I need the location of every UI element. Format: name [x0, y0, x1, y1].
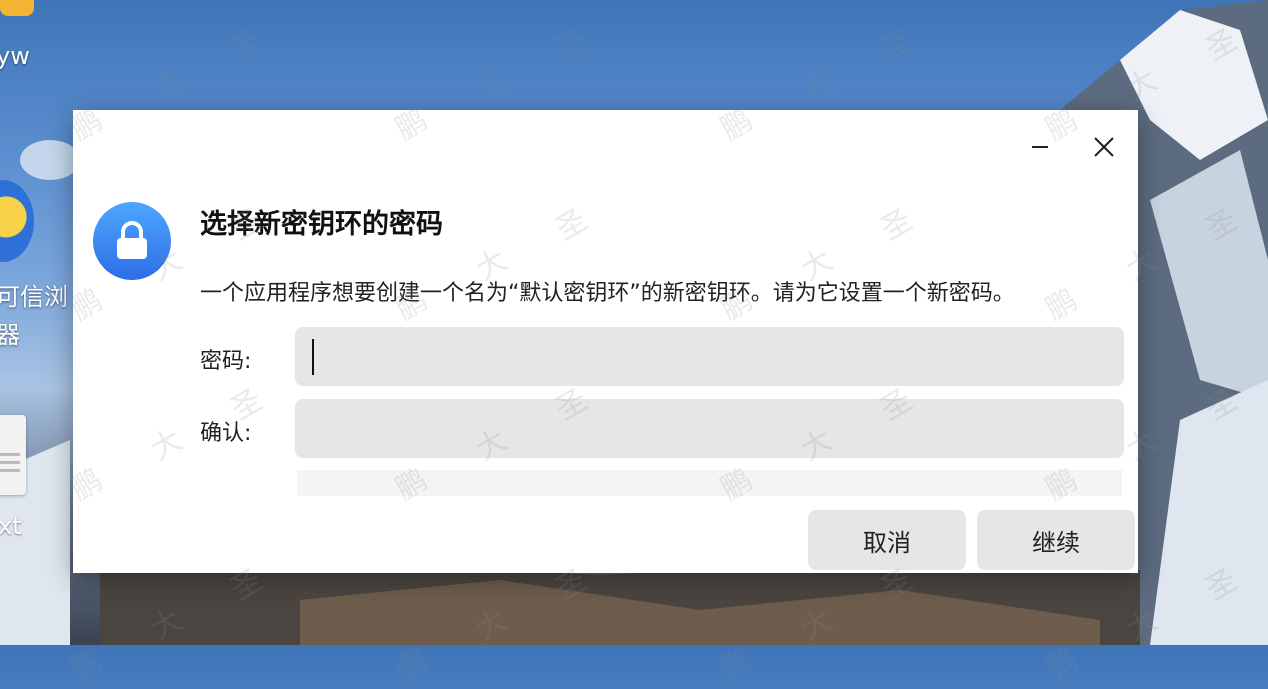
close-icon: [1094, 137, 1114, 157]
desktop-icon-label: yw: [0, 42, 30, 70]
watermark-char: 圣: [550, 22, 594, 68]
watermark-char: 鹏: [1040, 642, 1084, 688]
dialog-title: 选择新密钥环的密码: [200, 209, 443, 240]
watermark-char: 大: [470, 602, 514, 648]
watermark-char: 鹏: [390, 642, 434, 688]
watermark-char: 圣: [1200, 382, 1244, 428]
watermark-char: 大: [1120, 62, 1164, 108]
dialog-description: 一个应用程序想要创建一个名为“默认密钥环”的新密钥环。请为它设置一个新密码。: [200, 281, 1015, 306]
watermark-char: 大: [145, 62, 189, 108]
keyring-password-dialog: 选择新密钥环的密码 一个应用程序想要创建一个名为“默认密钥环”的新密钥环。请为它…: [73, 110, 1138, 573]
watermark-char: 大: [470, 62, 514, 108]
folder-icon: [0, 0, 34, 16]
close-button[interactable]: [1089, 132, 1119, 162]
watermark-char: 鹏: [65, 642, 109, 688]
minimize-button[interactable]: [1025, 132, 1055, 162]
password-strength-bar: [297, 470, 1122, 496]
desktop-icon-label: xt: [0, 512, 22, 540]
lock-icon: [93, 202, 171, 280]
minimize-icon: [1032, 146, 1048, 148]
confirm-password-input[interactable]: [295, 399, 1124, 458]
password-label: 密码:: [200, 349, 252, 374]
continue-button[interactable]: 继续: [977, 510, 1135, 570]
browser-icon: [0, 180, 34, 262]
watermark-char: 大: [795, 602, 839, 648]
watermark-char: 鹏: [715, 642, 759, 688]
watermark-char: 大: [795, 62, 839, 108]
watermark-char: 大: [1120, 602, 1164, 648]
watermark-char: 圣: [225, 22, 269, 68]
desktop-icon-label: 可信浏 器: [0, 283, 68, 349]
cancel-button[interactable]: 取消: [808, 510, 966, 570]
text-file-icon: [0, 415, 26, 495]
watermark-char: 圣: [1200, 22, 1244, 68]
watermark-char: 圣: [1200, 202, 1244, 248]
confirm-label: 确认:: [200, 421, 252, 446]
watermark-char: 圣: [1200, 562, 1244, 608]
text-caret: [312, 339, 314, 375]
password-input[interactable]: [295, 327, 1124, 386]
watermark-char: 大: [145, 602, 189, 648]
watermark-char: 圣: [875, 22, 919, 68]
